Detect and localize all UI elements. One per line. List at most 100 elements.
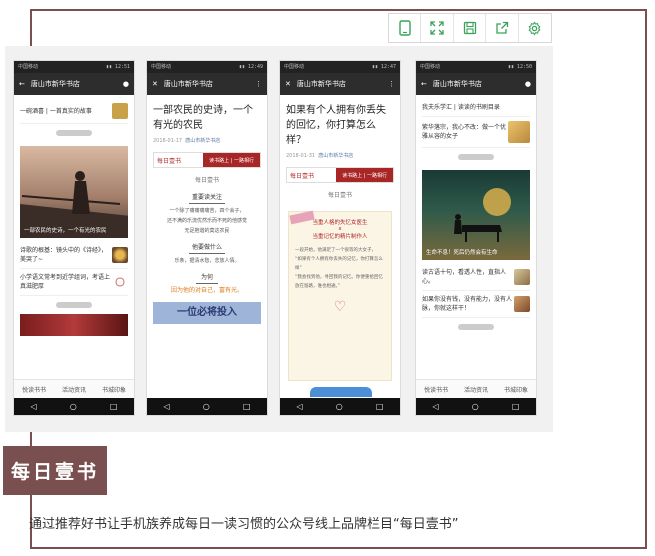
date-pill [458,324,494,330]
article-title: 如果有个人拥有你丢失的回忆，你打算怎么样？ [286,105,386,146]
thumbnail [112,274,128,290]
article-author[interactable]: 唐山市新华书店 [185,138,220,144]
list-item[interactable]: 读古语十句，看透人性，直指人心。 [422,264,530,291]
list-item[interactable]: 诗歌的根基：镜头中的《诗经》，美哭了~ [20,242,128,269]
nav-back-icon[interactable]: ◁ [164,402,170,411]
card-line: 放在留路，谁也相通。” [295,284,341,289]
card-line: “我会找到他，寻回我的记忆。你便重拾回忆 [295,275,383,280]
menu-item-read[interactable]: 悦读书书 [22,385,46,394]
account-title: 唐山市新华书店 [432,80,482,88]
list-item-text: 如果你没有钱，没有能力，没有人脉，你就这样干！ [422,296,513,312]
list-item-text: 诗歌的根基：镜头中的《诗经》，美哭了~ [20,247,108,263]
nav-recent-icon[interactable]: □ [110,402,118,411]
date-pill [56,302,92,308]
settings-icon[interactable] [519,14,551,42]
card-corner-decoration [310,387,372,397]
system-nav-bar: ◁ ○ □ [280,398,400,415]
banner-logo: 每日壹书 [157,157,182,165]
nav-home-icon[interactable]: ○ [472,402,479,411]
date-pill [458,154,494,160]
list-item[interactable]: 小学语文常考到近学组词，考语上真滋肥厚 [20,269,128,296]
article-banner: 每日壹书 读书路上 | 一路相行 [286,167,394,183]
app-bar: ← 唐山市新华书店 ● [14,73,134,95]
article-meta: 2018-01-17 唐山市新华书店 [147,137,267,144]
status-bar: 中国移动 ▮▮ 12:51 [14,61,134,73]
nav-recent-icon[interactable]: □ [376,402,384,411]
article-author[interactable]: 唐山市新华书店 [318,153,353,159]
account-title: 唐山市新华书店 [30,80,80,88]
nav-back-icon[interactable]: ◁ [297,402,303,411]
hero-caption: 一部农民的史诗，一个有光的农民 [24,228,107,234]
account-title: 唐山市新华书店 [296,80,346,88]
nav-recent-icon[interactable]: □ [243,402,251,411]
thumbnail [112,247,128,263]
card-subtitle: 当重记忆的精片制作人 [312,234,368,240]
nav-recent-icon[interactable]: □ [512,402,520,411]
section-heading: 他要做什么 [189,242,225,254]
nav-home-icon[interactable]: ○ [336,402,343,411]
thumbnail [112,103,128,119]
section-heading: 为何 [196,272,218,284]
menu-item-store[interactable]: 书城印象 [102,385,126,394]
card-line: “如果有个人拥有你丢失的记忆，你打算怎么样” [295,257,383,271]
banner-slogan: 读书路上 | 一路相行 [336,168,393,182]
phone-screen-2: 中国移动 ▮▮ 12:49 ✕ 唐山市新华书店 ⋮ 一部农民的史诗，一个有光的农民… [146,60,268,416]
heart-icon: ♡ [333,299,347,315]
list-item[interactable]: 一碗酒喜 | 一首真实的故事 [20,99,128,124]
back-arrow-icon[interactable]: ← [421,80,427,88]
close-icon[interactable]: ✕ [152,80,158,88]
more-icon[interactable]: ⋮ [388,80,395,88]
daily-heading: 每日壹书 [327,192,352,199]
share-icon[interactable] [486,14,519,42]
phone-screen-4: 中国移动 ▮▮ 12:50 ← 唐山市新华书店 ● 我夫乐学汇 | 读读的书刷目录… [415,60,537,416]
list-item[interactable]: 紫华落宗，我心不改：做一个优雅从容的女子 [422,117,530,148]
close-icon[interactable]: ✕ [285,80,291,88]
phone-screen-3: 中国移动 ▮▮ 12:47 ✕ 唐山市新华书店 ⋮ 如果有个人拥有你丢失的回忆，你… [279,60,401,416]
article-title: 一部农民的史诗，一个有光的农民 [153,105,253,131]
menu-item-events[interactable]: 活动资讯 [464,385,488,394]
account-title: 唐山市新华书店 [163,80,213,88]
article-date: 2018-01-17 [153,138,183,144]
phone-screen-1: 中国移动 ▮▮ 12:51 ← 唐山市新华书店 ● 一碗酒喜 | 一首真实的故事 … [13,60,135,416]
article-meta: 2018-01-31 唐山市新华书店 [280,152,400,159]
paragraph-line: 无足抱谐的莫这农民 [184,228,230,234]
thumbnail [514,296,530,312]
list-item-text: 紫华落宗，我心不改：做一个优雅从容的女子 [422,124,507,140]
phone-preview-icon[interactable] [389,14,422,42]
list-item-text: 我夫乐学汇 | 读读的书刷目录 [422,104,500,111]
system-nav-bar: ◁ ○ □ [416,398,536,415]
list-item[interactable]: 如果你没有钱，没有能力，没有人脉，你就这样干！ [422,291,530,318]
nav-back-icon[interactable]: ◁ [31,402,37,411]
menu-item-store[interactable]: 书城印象 [504,385,528,394]
nav-home-icon[interactable]: ○ [203,402,210,411]
app-bar: ✕ 唐山市新华书店 ⋮ [147,73,267,95]
banner-slogan: 读书路上 | 一路相行 [203,153,260,167]
paragraph-line: 还不满的乐流优然乐而不死的他感觉 [166,218,247,224]
thumbnail [514,269,530,285]
paragraph-line: 一个除了痛痛痛痛苦，四个会子， [169,208,245,214]
fullscreen-icon[interactable] [421,14,454,42]
section-badge: 每日壹书 [3,446,107,495]
save-icon[interactable] [454,14,487,42]
section-heading: 重要读关注 [189,192,225,204]
article-banner: 每日壹书 读书路上 | 一路相行 [153,152,261,168]
cover-preview: 一位必将投入 [153,302,261,324]
back-arrow-icon[interactable]: ← [19,80,25,88]
nav-home-icon[interactable]: ○ [70,402,77,411]
more-icon[interactable]: ⋮ [255,80,262,88]
nav-back-icon[interactable]: ◁ [433,402,439,411]
list-item[interactable]: 我夫乐学汇 | 读读的书刷目录 [422,99,530,117]
banner-logo: 每日壹书 [290,172,315,180]
hero-image[interactable]: 一部农民的史诗，一个有光的农民 [20,146,128,238]
bottom-menu: 悦读书书 活动资讯 书城印象 [416,379,536,398]
app-bar: ✕ 唐山市新华书店 ⋮ [280,73,400,95]
daily-heading: 每日壹书 [194,177,219,184]
profile-icon[interactable]: ● [525,80,531,88]
memory-card: 当重人格的失忆女医生 x 当重记忆的精片制作人 一段开始，他满足了一个很等的大女… [288,211,392,381]
menu-item-events[interactable]: 活动资讯 [62,385,86,394]
hero-image[interactable]: 生命不息！死后仍然会有生命 [422,170,530,260]
list-item-text: 小学语文常考到近学组词，考语上真滋肥厚 [20,274,111,290]
banner-image[interactable] [20,314,128,336]
menu-item-read[interactable]: 悦读书书 [424,385,448,394]
profile-icon[interactable]: ● [123,80,129,88]
